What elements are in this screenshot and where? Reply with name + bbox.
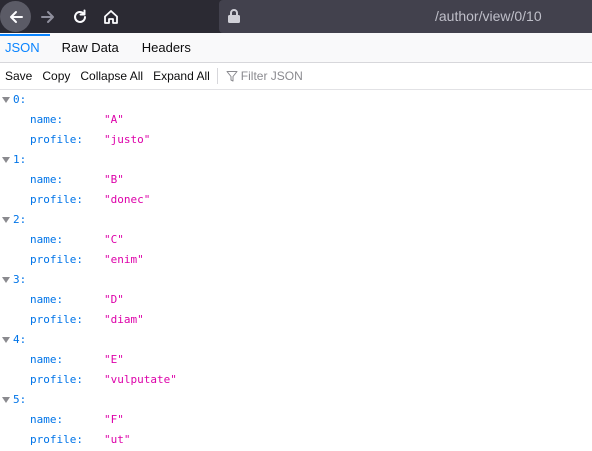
expand-toggle-icon[interactable] bbox=[2, 277, 10, 283]
tree-row-name: name: "A" bbox=[0, 110, 592, 130]
expand-toggle-icon[interactable] bbox=[2, 397, 10, 403]
name-key: name: bbox=[30, 353, 64, 366]
tree-row-profile: profile: "donec" bbox=[0, 190, 592, 210]
tree-row-index[interactable]: 3: bbox=[0, 270, 592, 290]
back-arrow-icon bbox=[9, 10, 23, 23]
array-index: 2: bbox=[13, 213, 27, 226]
url-bar[interactable]: /author/view/0/10 bbox=[219, 0, 592, 33]
filter-box[interactable] bbox=[226, 69, 391, 83]
name-key: name: bbox=[30, 233, 64, 246]
tree-row-profile: profile: "justo" bbox=[0, 130, 592, 150]
tree-row-name: name: "E" bbox=[0, 350, 592, 370]
profile-value: "vulputate" bbox=[104, 373, 177, 386]
array-index: 1: bbox=[13, 153, 27, 166]
profile-key: profile: bbox=[30, 133, 83, 146]
array-index: 4: bbox=[13, 333, 27, 346]
filter-icon bbox=[226, 71, 238, 82]
expand-all-button[interactable]: Expand All bbox=[148, 69, 215, 83]
tree-row-index[interactable]: 5: bbox=[0, 390, 592, 410]
json-tree: 0: name: "A" profile: "justo" 1: name: "… bbox=[0, 90, 592, 450]
expand-toggle-icon[interactable] bbox=[2, 337, 10, 343]
expand-toggle-icon[interactable] bbox=[2, 157, 10, 163]
tree-row-name: name: "F" bbox=[0, 410, 592, 430]
name-value: "F" bbox=[104, 413, 124, 426]
name-value: "A" bbox=[104, 113, 124, 126]
profile-value: "diam" bbox=[104, 313, 144, 326]
save-button[interactable]: Save bbox=[0, 69, 37, 83]
url-text: /author/view/0/10 bbox=[435, 8, 542, 24]
profile-key: profile: bbox=[30, 313, 83, 326]
reload-icon bbox=[74, 9, 86, 23]
name-value: "B" bbox=[104, 173, 124, 186]
profile-value: "donec" bbox=[104, 193, 151, 206]
collapse-all-button[interactable]: Collapse All bbox=[75, 69, 148, 83]
name-value: "C" bbox=[104, 233, 124, 246]
forward-button[interactable] bbox=[33, 2, 63, 32]
profile-value: "ut" bbox=[104, 433, 131, 446]
tree-row-profile: profile: "enim" bbox=[0, 250, 592, 270]
forward-arrow-icon bbox=[41, 11, 54, 23]
tree-row-profile: profile: "ut" bbox=[0, 430, 592, 450]
name-value: "D" bbox=[104, 293, 124, 306]
toolbar-divider bbox=[216, 68, 218, 84]
profile-value: "enim" bbox=[104, 253, 144, 266]
tab-raw-data[interactable]: Raw Data bbox=[50, 34, 130, 62]
array-index: 0: bbox=[13, 93, 27, 106]
tree-row-index[interactable]: 2: bbox=[0, 210, 592, 230]
profile-key: profile: bbox=[30, 433, 83, 446]
name-key: name: bbox=[30, 113, 64, 126]
tree-row-name: name: "B" bbox=[0, 170, 592, 190]
tab-headers[interactable]: Headers bbox=[130, 34, 202, 62]
array-index: 3: bbox=[13, 273, 27, 286]
profile-value: "justo" bbox=[104, 133, 151, 146]
viewer-tabs: JSON Raw Data Headers bbox=[0, 33, 592, 63]
reload-button[interactable] bbox=[65, 2, 95, 32]
tab-json[interactable]: JSON bbox=[0, 34, 50, 62]
tree-row-index[interactable]: 4: bbox=[0, 330, 592, 350]
browser-toolbar: /author/view/0/10 bbox=[0, 0, 592, 33]
tree-row-index[interactable]: 1: bbox=[0, 150, 592, 170]
name-key: name: bbox=[30, 173, 64, 186]
name-value: "E" bbox=[104, 353, 124, 366]
array-index: 5: bbox=[13, 393, 27, 406]
tree-row-profile: profile: "vulputate" bbox=[0, 370, 592, 390]
profile-key: profile: bbox=[30, 373, 83, 386]
filter-json-input[interactable] bbox=[240, 69, 391, 83]
lock-icon bbox=[228, 9, 240, 23]
tree-row-profile: profile: "diam" bbox=[0, 310, 592, 330]
tree-row-name: name: "D" bbox=[0, 290, 592, 310]
name-key: name: bbox=[30, 293, 64, 306]
back-button[interactable] bbox=[0, 1, 31, 32]
name-key: name: bbox=[30, 413, 64, 426]
home-icon bbox=[104, 10, 118, 24]
profile-key: profile: bbox=[30, 253, 83, 266]
profile-key: profile: bbox=[30, 193, 83, 206]
tree-row-index[interactable]: 0: bbox=[0, 90, 592, 110]
expand-toggle-icon[interactable] bbox=[2, 217, 10, 223]
tree-row-name: name: "C" bbox=[0, 230, 592, 250]
copy-button[interactable]: Copy bbox=[37, 69, 75, 83]
expand-toggle-icon[interactable] bbox=[2, 97, 10, 103]
home-button[interactable] bbox=[96, 2, 126, 32]
json-toolbar: Save Copy Collapse All Expand All bbox=[0, 63, 592, 90]
